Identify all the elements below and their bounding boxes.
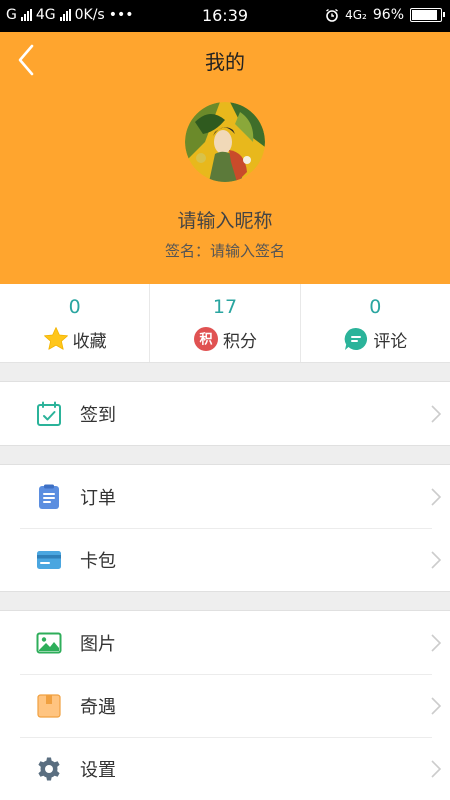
- stat-favorites[interactable]: 0 收藏: [0, 284, 149, 362]
- menu-item-cards[interactable]: 卡包: [0, 528, 450, 591]
- alarm-icon: [326, 8, 339, 22]
- card-icon: [37, 551, 61, 569]
- gear-icon: [38, 757, 60, 781]
- chevron-right-icon: [431, 488, 442, 506]
- menu-item-pictures[interactable]: 图片: [0, 611, 450, 674]
- menu-group-checkin: 签到: [0, 381, 450, 446]
- menu-label-encounter: 奇遇: [80, 697, 116, 718]
- network-type: 4G₂: [345, 8, 367, 22]
- chevron-right-icon: [431, 760, 442, 778]
- battery-percent: 96%: [372, 7, 404, 23]
- comments-label: 评论: [373, 331, 408, 352]
- image-icon: [36, 632, 62, 654]
- order-list-icon: [39, 484, 59, 509]
- profile-header: 我的 请输入昵称 签名：请输入签名: [0, 32, 450, 284]
- svg-text:积: 积: [199, 332, 212, 348]
- calendar-check-icon: [37, 401, 61, 426]
- stats-bar: 0 收藏 17 积 积分 0 评论: [0, 284, 450, 363]
- chevron-right-icon: [431, 697, 442, 715]
- points-count: 17: [212, 296, 238, 318]
- box-icon: [37, 694, 61, 718]
- menu-group-orders: 订单 卡包: [0, 464, 450, 592]
- favorites-count: 0: [68, 296, 81, 318]
- menu-item-orders[interactable]: 订单: [0, 465, 450, 528]
- chevron-right-icon: [431, 634, 442, 652]
- status-bar: G 4G 0K/s ••• 16:39 4G₂ 96%: [0, 0, 450, 32]
- menu-item-checkin[interactable]: 签到: [0, 382, 450, 445]
- nickname-text[interactable]: 请输入昵称: [0, 206, 450, 233]
- stat-points[interactable]: 17 积 积分: [149, 284, 299, 362]
- menu-label-cards: 卡包: [80, 551, 116, 572]
- chevron-right-icon: [431, 551, 442, 569]
- menu-label-pictures: 图片: [80, 634, 116, 655]
- comment-icon: [345, 327, 368, 350]
- menu-label-checkin: 签到: [80, 405, 116, 426]
- favorites-label: 收藏: [72, 331, 107, 352]
- menu-item-encounter[interactable]: 奇遇: [0, 674, 450, 737]
- signature-text[interactable]: 签名：请输入签名: [0, 240, 450, 261]
- battery-icon: [410, 8, 445, 22]
- points-label: 积分: [222, 331, 257, 352]
- page-title: 我的: [205, 50, 245, 74]
- stat-comments[interactable]: 0 评论: [299, 284, 450, 362]
- menu-label-settings: 设置: [80, 760, 116, 781]
- menu-item-settings[interactable]: 设置: [0, 737, 450, 800]
- menu-label-orders: 订单: [80, 488, 116, 509]
- star-icon: [43, 327, 68, 350]
- chevron-right-icon: [431, 405, 442, 423]
- comments-count: 0: [369, 296, 382, 318]
- menu-group-misc: 图片 奇遇 设置: [0, 610, 450, 800]
- avatar[interactable]: [185, 102, 265, 182]
- points-icon: 积: [193, 327, 218, 351]
